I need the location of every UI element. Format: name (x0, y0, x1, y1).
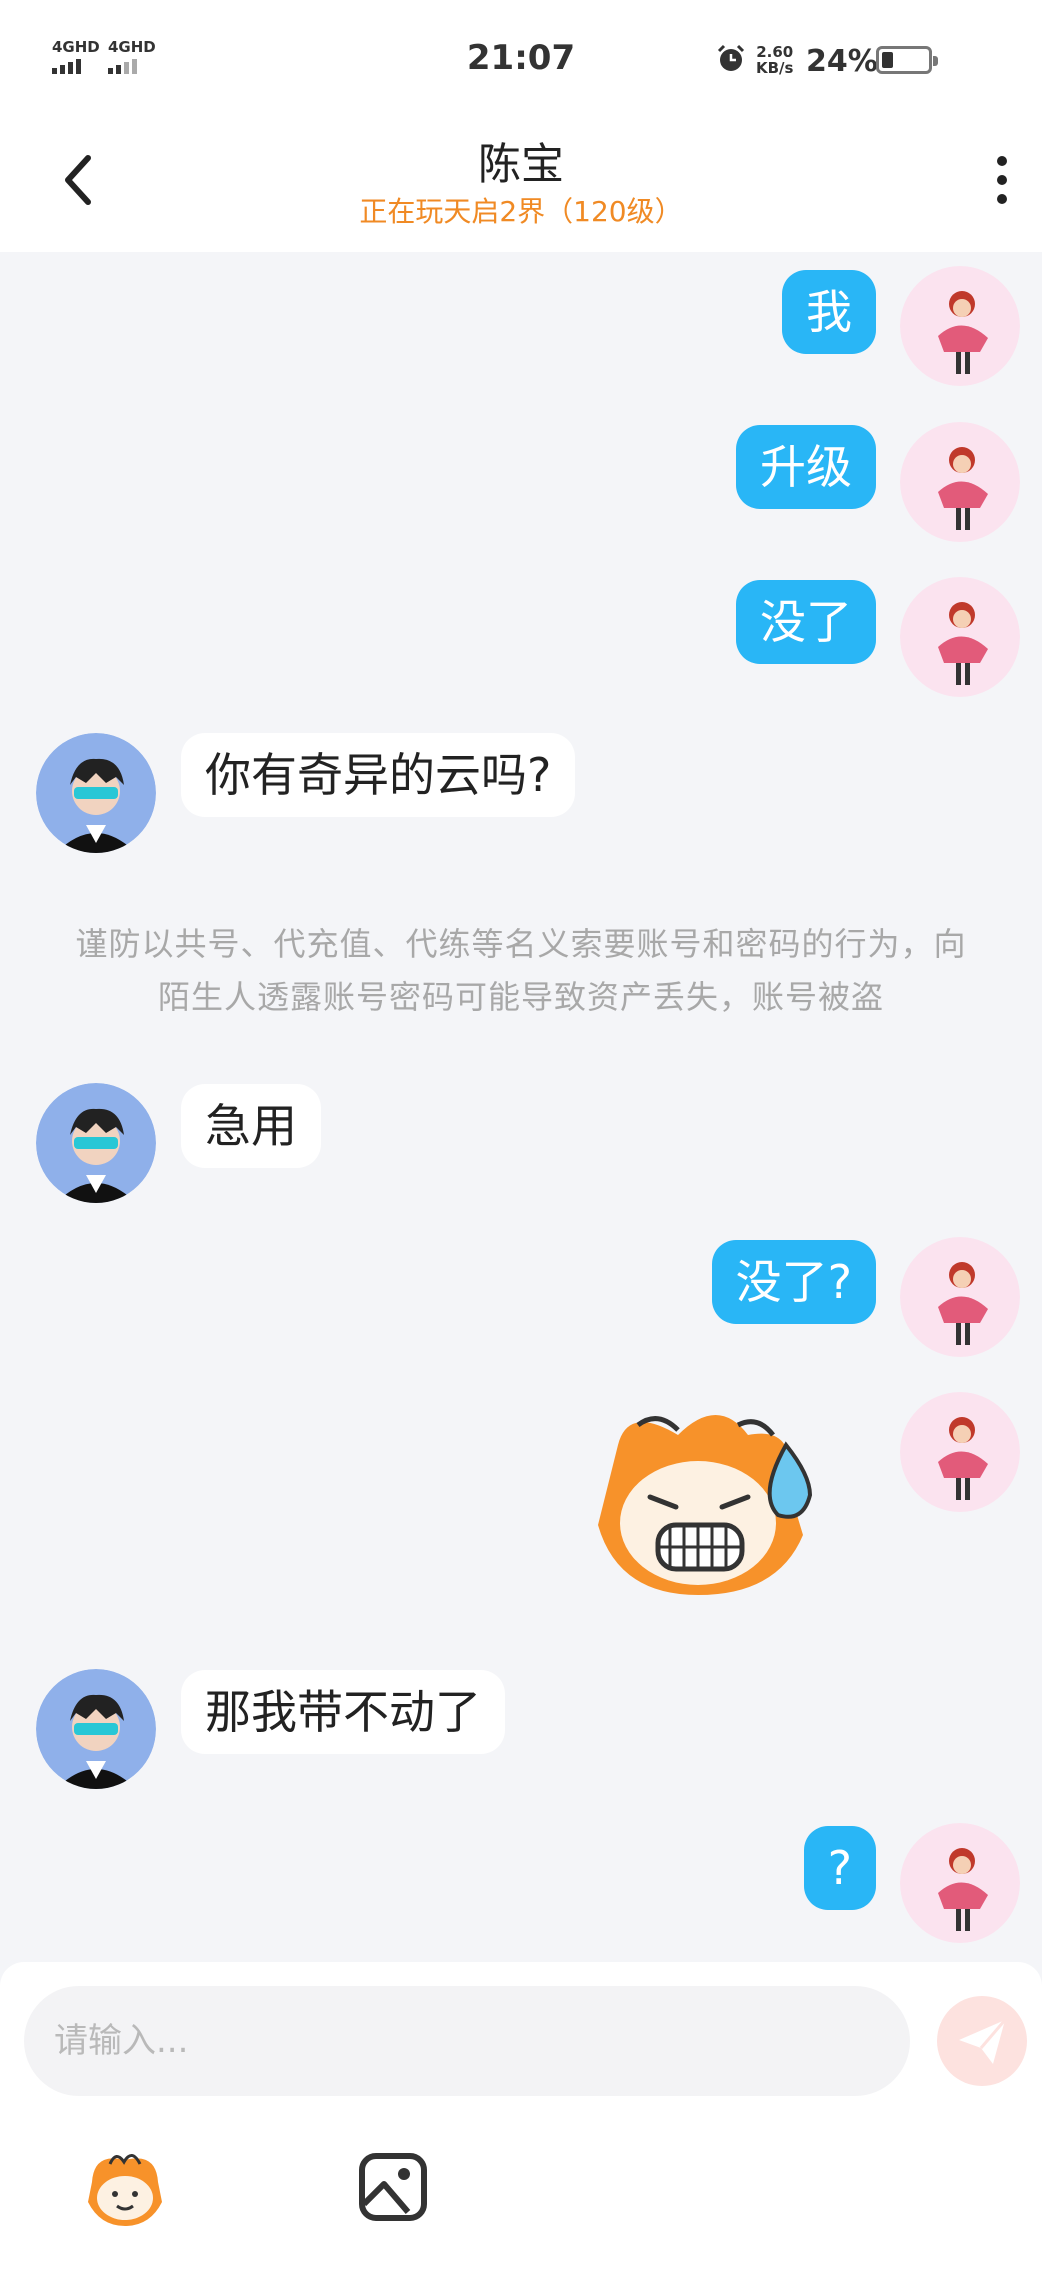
my-avatar[interactable] (900, 1237, 1020, 1357)
network-speed: 2.60 KB/s (756, 44, 793, 76)
my-avatar[interactable] (900, 422, 1020, 542)
battery-percent: 24% (806, 44, 878, 79)
alarm-icon (717, 44, 745, 71)
security-notice: 谨防以共号、代充值、代练等名义索要账号和密码的行为，向陌生人透露账号密码可能导致… (75, 925, 967, 1016)
message-bubble-outgoing[interactable]: ? (803, 1826, 876, 1910)
image-icon[interactable] (348, 2142, 438, 2232)
contact-name: 陈宝 (478, 140, 564, 190)
contact-avatar[interactable] (36, 1669, 156, 1789)
message-bubble-outgoing[interactable]: 升级 (736, 425, 876, 509)
contact-avatar[interactable] (36, 1083, 156, 1203)
net-speed-value: 2.60 (756, 43, 794, 61)
chat-header: 陈宝 正在玩天启2界（120级） (0, 120, 1042, 252)
my-avatar[interactable] (900, 1392, 1020, 1512)
message-bubble-incoming[interactable]: 急用 (181, 1084, 321, 1168)
emoji-icon[interactable] (80, 2142, 170, 2232)
my-avatar[interactable] (900, 1823, 1020, 1943)
message-bubble-incoming[interactable]: 你有奇异的云吗? (181, 733, 576, 817)
status-bar: 4GHD 4GHD 21:07 2.60 KB/s 24% (0, 0, 1042, 120)
message-bubble-outgoing[interactable]: 没了? (711, 1240, 876, 1324)
my-avatar[interactable] (900, 266, 1020, 386)
send-button[interactable] (937, 1996, 1027, 2086)
net-speed-unit: KB/s (756, 59, 794, 77)
more-dots-icon[interactable] (980, 150, 1024, 220)
message-input[interactable] (24, 1986, 910, 2096)
battery-icon (876, 46, 938, 74)
battery-fill (882, 52, 893, 68)
sweating-grimace-sticker[interactable] (588, 1405, 838, 1605)
contact-avatar[interactable] (36, 733, 156, 853)
send-icon (959, 2019, 1007, 2064)
message-bubble-incoming[interactable]: 那我带不动了 (181, 1670, 505, 1754)
input-bar (0, 1962, 1042, 2273)
message-bubble-outgoing[interactable]: 我 (782, 270, 876, 354)
contact-status: 正在玩天启2界（120级） (359, 195, 683, 228)
message-bubble-outgoing[interactable]: 没了 (736, 580, 876, 664)
my-avatar[interactable] (900, 577, 1020, 697)
